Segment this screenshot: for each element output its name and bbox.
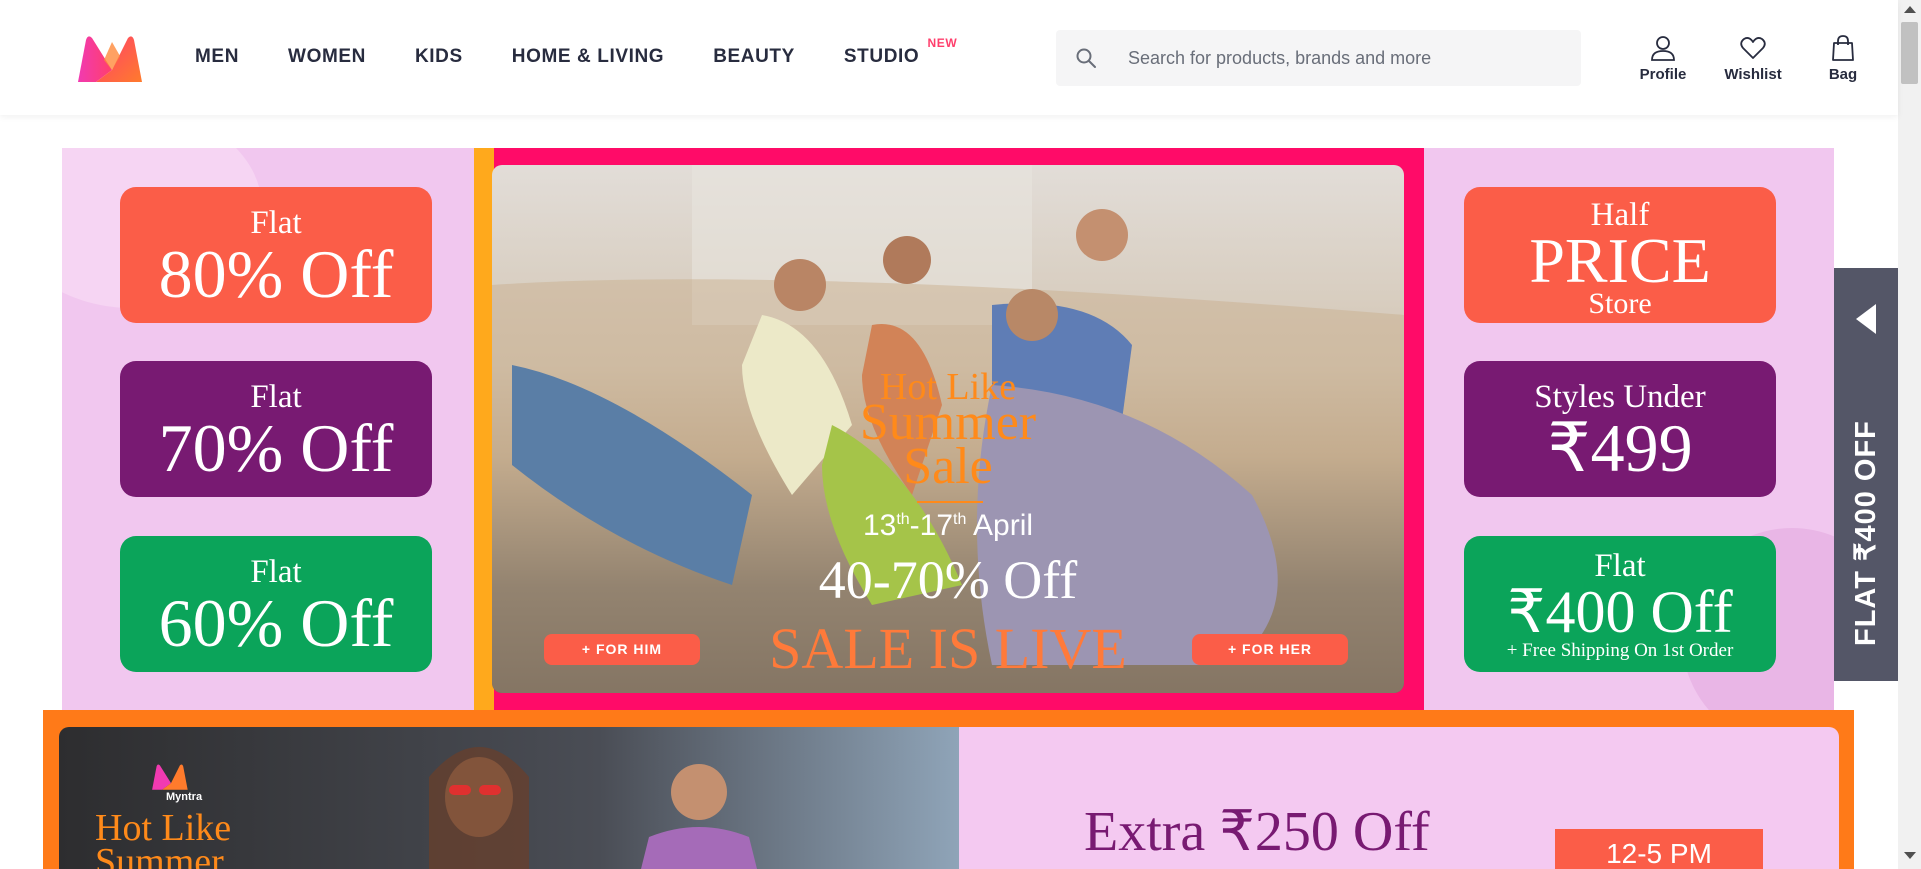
offer-styles-under-499[interactable]: Styles Under ₹499 bbox=[1464, 361, 1776, 497]
offer-small-text: Flat bbox=[250, 205, 302, 241]
scroll-down-arrow[interactable] bbox=[1904, 852, 1916, 859]
hero-banner[interactable]: Flat 80% Off Flat 70% Off Flat 60% Off H… bbox=[62, 148, 1834, 710]
banner2-time-badge: 12-5 PM bbox=[1555, 829, 1763, 869]
nav-home-living[interactable]: HOME & LIVING bbox=[512, 46, 664, 68]
offer-flat-60[interactable]: Flat 60% Off bbox=[120, 536, 432, 672]
dates-end: -17 bbox=[909, 509, 954, 542]
banner2-models bbox=[429, 747, 757, 869]
bag-icon bbox=[1832, 35, 1854, 61]
nav-men[interactable]: MEN bbox=[195, 46, 239, 68]
sale-line-3: Sale bbox=[903, 438, 993, 495]
offer-small-text: Flat bbox=[250, 554, 302, 590]
sale-divider bbox=[917, 501, 983, 503]
dates-end-sup: th bbox=[953, 511, 967, 528]
bag-label: Bag bbox=[1828, 66, 1858, 83]
center-stripe bbox=[474, 148, 494, 710]
header-actions: Profile Wishlist Bag bbox=[1622, 34, 1892, 83]
main-nav: MEN WOMEN KIDS HOME & LIVING BEAUTY STUD… bbox=[195, 36, 968, 68]
user-icon bbox=[1651, 36, 1675, 61]
wishlist-label: Wishlist bbox=[1724, 66, 1782, 83]
banner2-title: Hot Like Summer bbox=[95, 809, 231, 869]
for-her-button[interactable]: + FOR HER bbox=[1192, 634, 1348, 665]
scroll-up-arrow[interactable] bbox=[1904, 6, 1916, 13]
nav-women[interactable]: WOMEN bbox=[288, 46, 366, 68]
offer-big-text: 70% Off bbox=[158, 410, 394, 486]
sale-dates: 13th-17th April bbox=[492, 509, 1404, 543]
offer-flat-80[interactable]: Flat 80% Off bbox=[120, 187, 432, 323]
sale-discount: 40-70% Off bbox=[818, 550, 1078, 610]
offer-big-text: ₹499 bbox=[1547, 410, 1693, 486]
offer-small-text: Flat bbox=[1594, 548, 1646, 584]
offer-flat-70[interactable]: Flat 70% Off bbox=[120, 361, 432, 497]
search-bar bbox=[1056, 30, 1581, 86]
nav-studio[interactable]: STUDIO NEW bbox=[844, 36, 957, 68]
wishlist-button[interactable]: Wishlist bbox=[1712, 34, 1794, 83]
offer-flat-400[interactable]: Flat ₹400 Off + Free Shipping On 1st Ord… bbox=[1464, 536, 1776, 672]
flat-400-side-tab[interactable]: FLAT ₹400 OFF bbox=[1834, 268, 1898, 681]
offer-small-text: Styles Under bbox=[1534, 379, 1706, 415]
for-him-button[interactable]: + FOR HIM bbox=[544, 634, 700, 665]
banner2-photo: Myntra Hot Like Summer bbox=[59, 727, 959, 869]
offer-big-text: 80% Off bbox=[158, 236, 394, 312]
dates-month: April bbox=[973, 509, 1034, 542]
offer-small-text: Flat bbox=[250, 379, 302, 415]
bag-button[interactable]: Bag bbox=[1802, 34, 1884, 83]
banner2-logo-label: Myntra bbox=[166, 791, 203, 803]
search-icon[interactable] bbox=[1074, 46, 1098, 70]
nav-beauty[interactable]: BEAUTY bbox=[713, 46, 795, 68]
heart-icon bbox=[1740, 37, 1766, 59]
sale-photo[interactable]: Hot Like Summer Sale 13th-17th April 40-… bbox=[492, 165, 1404, 693]
offer-big-text: PRICE bbox=[1529, 225, 1711, 296]
nav-kids[interactable]: KIDS bbox=[415, 46, 463, 68]
secondary-banner[interactable]: Myntra Hot Like Summer Extra ₹250 Off 12-… bbox=[43, 710, 1854, 869]
scrollbar[interactable] bbox=[1898, 0, 1921, 869]
dates-start-sup: th bbox=[896, 511, 910, 528]
offer-after-text: + Free Shipping On 1st Order bbox=[1506, 640, 1734, 661]
profile-button[interactable]: Profile bbox=[1622, 34, 1704, 83]
page: MEN WOMEN KIDS HOME & LIVING BEAUTY STUD… bbox=[0, 0, 1921, 869]
offer-after-text: Store bbox=[1588, 287, 1652, 320]
side-tab-label: FLAT ₹400 OFF bbox=[1850, 420, 1882, 646]
profile-label: Profile bbox=[1639, 66, 1687, 83]
header: MEN WOMEN KIDS HOME & LIVING BEAUTY STUD… bbox=[0, 0, 1898, 115]
banner2-title-line2: Summer bbox=[95, 841, 224, 869]
myntra-logo-small bbox=[152, 764, 188, 790]
scroll-thumb[interactable] bbox=[1901, 22, 1918, 84]
arrow-left-icon[interactable] bbox=[1856, 304, 1876, 334]
myntra-logo[interactable] bbox=[76, 34, 148, 84]
offer-big-text: 60% Off bbox=[158, 585, 394, 661]
banner2-extra-offer: Extra ₹250 Off bbox=[1084, 801, 1430, 863]
offer-big-text: ₹400 Off bbox=[1507, 579, 1733, 645]
dates-start: 13 bbox=[862, 509, 897, 542]
new-badge: NEW bbox=[927, 36, 958, 50]
search-input[interactable] bbox=[1128, 30, 1568, 86]
offer-half-price-store[interactable]: Half PRICE Store bbox=[1464, 187, 1776, 323]
